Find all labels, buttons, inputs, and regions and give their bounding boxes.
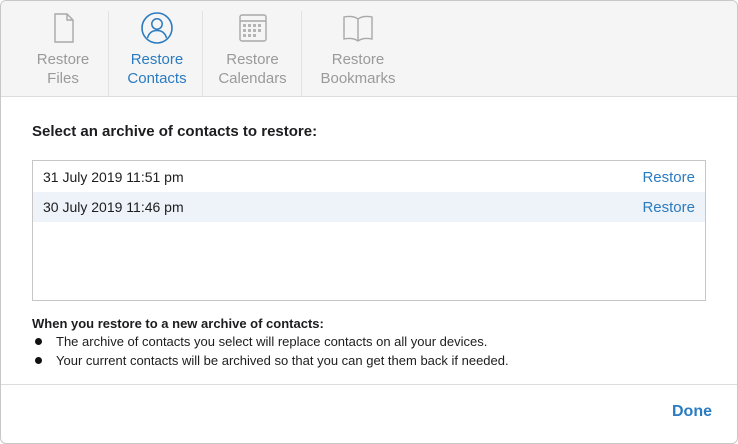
restore-link[interactable]: Restore [642,169,695,186]
tab-label: Restore Calendars [218,51,287,87]
note-bullet: The archive of contacts you select will … [32,334,509,353]
tab-restore-bookmarks[interactable]: Restore Bookmarks [302,1,414,97]
tab-label: Restore Files [36,51,90,87]
tab-label: Restore Bookmarks [320,51,396,87]
tab-label: Restore Contacts [127,51,187,87]
restore-dialog: Restore Files Restore Contacts Restore C… [0,0,738,444]
archive-date: 31 July 2019 11:51 pm [43,169,184,185]
note-title: When you restore to a new archive of con… [32,316,324,331]
restore-link[interactable]: Restore [642,199,695,216]
document-icon [54,13,74,43]
book-icon [343,15,373,42]
tab-restore-calendars[interactable]: Restore Calendars [204,1,301,97]
tab-divider [108,11,109,97]
archive-date: 30 July 2019 11:46 pm [43,199,184,215]
page-heading: Select an archive of contacts to restore… [32,123,318,140]
archive-list[interactable]: 31 July 2019 11:51 pm Restore 30 July 20… [32,160,706,301]
footer-divider [1,384,737,385]
done-button[interactable]: Done [672,403,712,421]
archive-row[interactable]: 30 July 2019 11:46 pm Restore [33,192,705,222]
note-bullets: The archive of contacts you select will … [32,334,509,372]
calendar-icon [238,14,267,42]
tab-restore-contacts[interactable]: Restore Contacts [111,1,203,97]
tab-divider [202,11,203,97]
contacts-icon [141,12,173,44]
toolbar: Restore Files Restore Contacts Restore C… [1,1,737,97]
archive-row[interactable]: 31 July 2019 11:51 pm Restore [33,162,705,192]
tab-restore-files[interactable]: Restore Files [16,1,110,97]
note-bullet: Your current contacts will be archived s… [32,353,509,372]
